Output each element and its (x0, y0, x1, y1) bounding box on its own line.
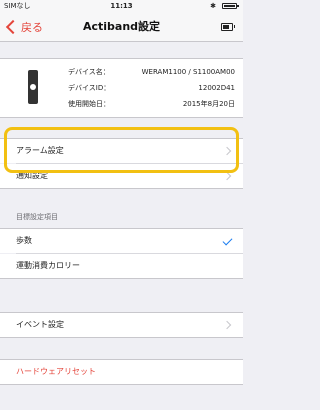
alarm-settings-row[interactable]: アラーム設定 (0, 139, 243, 163)
status-bar: SIMなし 11:13 ✱ (0, 0, 243, 12)
device-id-value: 12002D41 (198, 84, 235, 92)
device-name-label: デバイス名： (68, 68, 110, 76)
page-title: Actiband設定 (82, 20, 161, 33)
goal-calories-label: 運動消費カロリー (16, 261, 80, 270)
alarm-settings-label: アラーム設定 (16, 146, 64, 155)
notification-settings-row[interactable]: 通知設定 (0, 164, 243, 188)
hardware-reset-row[interactable]: ハードウェアリセット (0, 360, 243, 384)
chevron-right-icon (222, 320, 232, 330)
device-info-card: デバイス名： WERAM1100 / S1100AM00 デバイスID： 120… (0, 58, 243, 118)
navigation-bar: 戻る Actiband設定 (0, 12, 243, 42)
checkmark-icon (222, 235, 233, 246)
notification-settings-label: 通知設定 (16, 171, 48, 180)
status-time: 11:13 (110, 2, 133, 10)
chevron-right-icon (222, 171, 232, 181)
start-date-label: 使用開始日： (68, 100, 110, 108)
goal-steps-label: 歩数 (16, 236, 32, 245)
start-date-row: 使用開始日： 2015年8月20日 (68, 99, 235, 109)
bluetooth-icon: ✱ (210, 2, 216, 10)
device-id-row: デバイスID： 12002D41 (68, 83, 235, 93)
status-battery-icon (222, 3, 239, 9)
goal-steps-row[interactable]: 歩数 (0, 229, 243, 253)
goal-section-header: 目標設定項目 (16, 213, 58, 221)
device-id-label: デバイスID： (68, 84, 111, 92)
device-name-row: デバイス名： WERAM1100 / S1100AM00 (68, 67, 235, 77)
event-settings-row[interactable]: イベント設定 (0, 313, 243, 337)
battery-icon[interactable] (221, 23, 235, 31)
event-settings-label: イベント設定 (16, 320, 64, 329)
chevron-right-icon (222, 146, 232, 156)
goal-calories-row[interactable]: 運動消費カロリー (0, 254, 243, 278)
start-date-value: 2015年8月20日 (182, 100, 235, 108)
device-name-value: WERAM1100 / S1100AM00 (141, 68, 235, 76)
device-image (28, 70, 38, 104)
hardware-reset-label: ハードウェアリセット (16, 367, 96, 376)
